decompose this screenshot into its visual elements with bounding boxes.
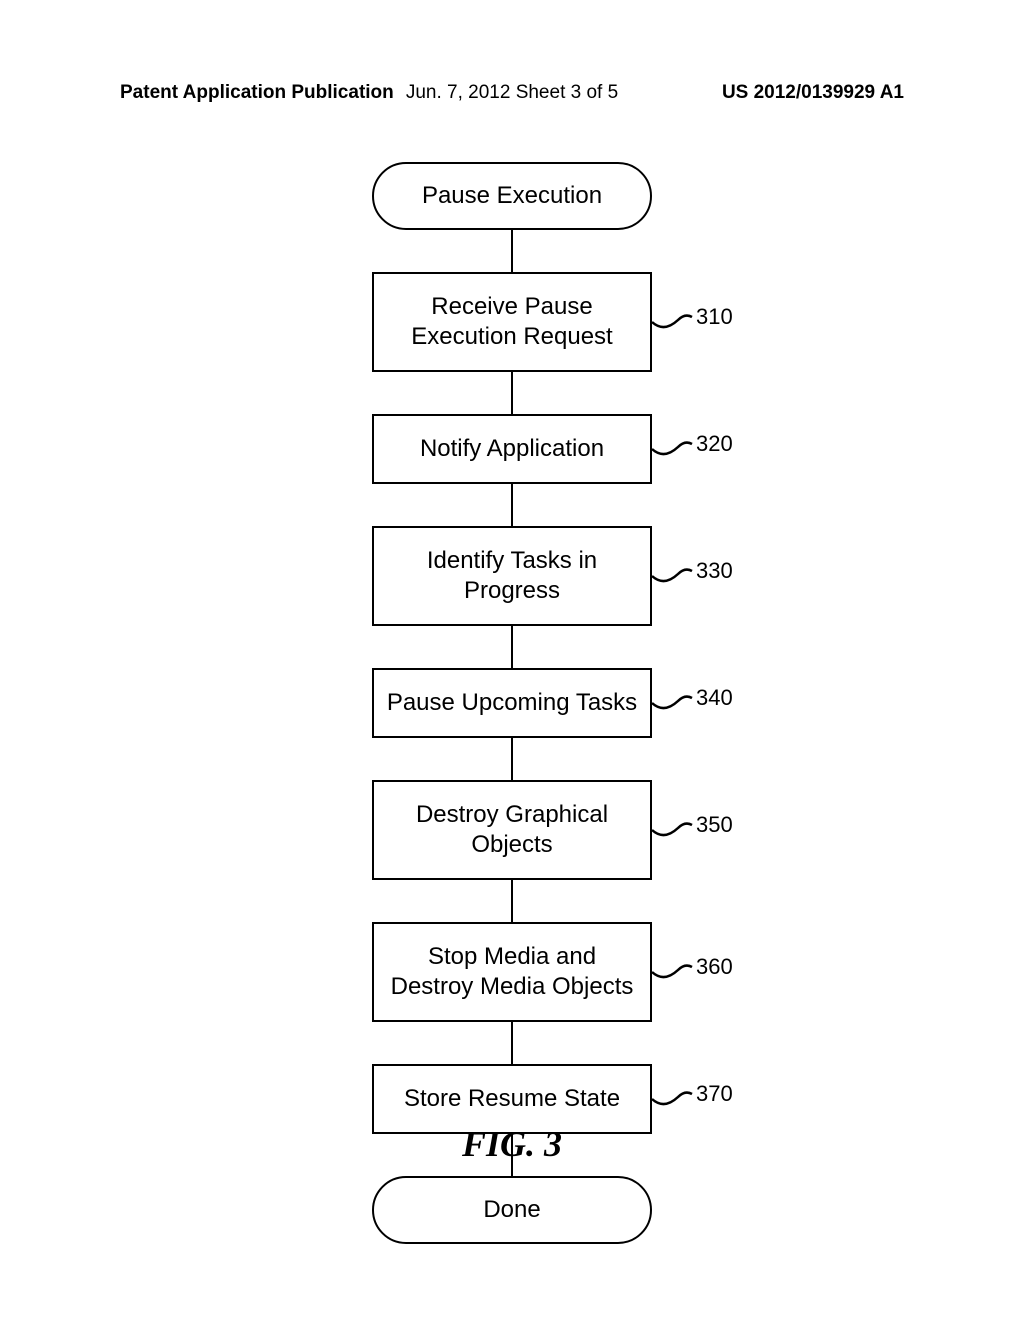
reference-hook: 320 (652, 434, 733, 464)
flowchart-step: Pause Upcoming Tasks 340 (372, 668, 652, 738)
flowchart-connector (511, 484, 514, 526)
flowchart-connector (511, 230, 514, 272)
flowchart-connector (511, 372, 514, 414)
reference-hook: 310 (652, 307, 733, 337)
flowchart-step: Notify Application 320 (372, 414, 652, 484)
reference-label: 360 (696, 954, 733, 980)
flowchart-end-terminal: Done (372, 1176, 652, 1244)
figure-label: FIG. 3 (462, 1123, 562, 1165)
header-right: US 2012/0139929 A1 (722, 82, 904, 104)
reference-hook: 340 (652, 688, 733, 718)
flowchart-start-terminal: Pause Execution (372, 162, 652, 230)
reference-hook: 360 (652, 957, 733, 987)
reference-label: 350 (696, 812, 733, 838)
reference-hook: 370 (652, 1084, 733, 1114)
flowchart-step: Destroy Graphical Objects 350 (372, 780, 652, 880)
flowchart-step-box: Receive Pause Execution Request (372, 272, 652, 372)
reference-label: 330 (696, 558, 733, 584)
flowchart-step-box: Pause Upcoming Tasks (372, 668, 652, 738)
page-header: Patent Application Publication Jun. 7, 2… (0, 82, 1024, 104)
flowchart-step-box: Destroy Graphical Objects (372, 780, 652, 880)
flowchart-connector (511, 738, 514, 780)
flowchart-connector (511, 626, 514, 668)
flowchart: Pause Execution Receive Pause Execution … (292, 162, 732, 1244)
flowchart-step-box: Notify Application (372, 414, 652, 484)
header-center: Jun. 7, 2012 Sheet 3 of 5 (406, 82, 618, 104)
header-left: Patent Application Publication (120, 82, 394, 104)
flowchart-step: Receive Pause Execution Request 310 (372, 272, 652, 372)
reference-label: 310 (696, 304, 733, 330)
reference-label: 320 (696, 431, 733, 457)
reference-label: 370 (696, 1081, 733, 1107)
flowchart-step: Stop Media and Destroy Media Objects 360 (372, 922, 652, 1022)
flowchart-step: Identify Tasks in Progress 330 (372, 526, 652, 626)
flowchart-connector (511, 880, 514, 922)
reference-hook: 350 (652, 815, 733, 845)
flowchart-connector (511, 1022, 514, 1064)
flowchart-step-box: Identify Tasks in Progress (372, 526, 652, 626)
reference-label: 340 (696, 685, 733, 711)
flowchart-step-box: Stop Media and Destroy Media Objects (372, 922, 652, 1022)
reference-hook: 330 (652, 561, 733, 591)
